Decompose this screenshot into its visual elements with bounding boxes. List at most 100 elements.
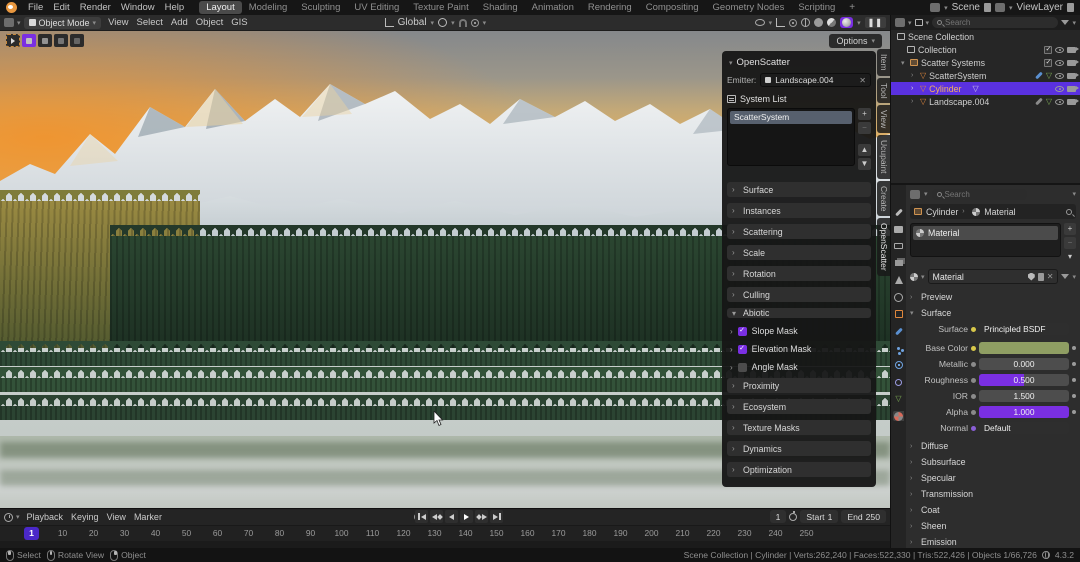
workspace-tab[interactable]: Shading: [476, 1, 525, 14]
tab-object-data[interactable]: ▽: [893, 394, 904, 404]
unlink-icon[interactable]: ✕: [1047, 272, 1054, 281]
workspace-tab[interactable]: Layout: [199, 1, 242, 14]
tab-material[interactable]: [893, 411, 904, 421]
current-frame-field[interactable]: 1: [770, 510, 787, 523]
slot-specials-button[interactable]: ▾: [1064, 251, 1076, 263]
remove-system-button[interactable]: −: [858, 122, 871, 134]
properties-search[interactable]: [932, 189, 1027, 200]
system-list-item[interactable]: ScatterSystem: [730, 111, 852, 124]
surface-shader-field[interactable]: Principled BSDF: [979, 323, 1069, 335]
move-down-button[interactable]: ▼: [858, 158, 871, 170]
viewlayer-name[interactable]: ViewLayer: [1016, 2, 1063, 13]
modifier-icon[interactable]: [1035, 98, 1043, 106]
shader-section-header[interactable]: ›Subsurface: [910, 455, 1076, 469]
options-chevron-icon[interactable]: ▾: [1072, 190, 1076, 198]
hide-viewport-icon[interactable]: [1055, 73, 1064, 79]
add-slot-button[interactable]: +: [1064, 223, 1076, 235]
tab-scene[interactable]: [893, 275, 904, 285]
material-slot[interactable]: Material: [913, 226, 1058, 240]
display-mode-icon[interactable]: [915, 19, 923, 26]
timeline-menu-item[interactable]: View: [103, 512, 130, 522]
material-slot-list[interactable]: Material: [910, 223, 1061, 257]
panel-section[interactable]: ›Scale: [727, 245, 871, 260]
viewlayer-browse-icon[interactable]: [995, 3, 1005, 12]
tab-tool[interactable]: [893, 207, 904, 217]
shader-section-header[interactable]: ›Sheen: [910, 519, 1076, 533]
menu-item[interactable]: File: [23, 2, 48, 13]
outliner-row-cylinder[interactable]: › ▽ Cylinder ▽: [891, 82, 1080, 95]
panel-collapse-icon[interactable]: ▾: [729, 59, 733, 67]
shader-section-header[interactable]: ›Specular: [910, 471, 1076, 485]
proportional-editing-icon[interactable]: [471, 19, 479, 27]
breadcrumb-material[interactable]: Material: [984, 207, 1015, 217]
jump-to-start-button[interactable]: [415, 510, 428, 523]
mask-checkbox[interactable]: [738, 327, 747, 336]
workspace-tab[interactable]: Geometry Nodes: [706, 1, 792, 14]
outliner-search[interactable]: [932, 17, 1058, 28]
animate-dot-icon[interactable]: [1072, 362, 1076, 366]
expand-icon[interactable]: ▾: [901, 59, 907, 67]
panel-section[interactable]: ›Rotation: [727, 266, 871, 281]
add-system-button[interactable]: +: [858, 108, 871, 120]
select-mode-extend-button[interactable]: [38, 34, 52, 47]
animate-dot-icon[interactable]: [1072, 346, 1076, 350]
timeline-menu-item[interactable]: Keying: [67, 512, 103, 522]
viewport-menu-item[interactable]: View: [104, 17, 132, 28]
play-reverse-button[interactable]: [445, 510, 458, 523]
auto-keying-icon[interactable]: [789, 513, 797, 521]
shader-section-header[interactable]: ›Diffuse: [910, 439, 1076, 453]
tab-physics[interactable]: [893, 360, 904, 370]
playhead[interactable]: 1: [24, 527, 39, 540]
shader-section-header[interactable]: ›Emission: [910, 535, 1076, 548]
menu-item[interactable]: Help: [160, 2, 190, 13]
overlays-icon[interactable]: [789, 19, 797, 27]
surface-panel-header[interactable]: ▾Surface: [910, 306, 1076, 320]
hide-viewport-icon[interactable]: [1055, 99, 1064, 105]
shader-section-header[interactable]: ›Coat: [910, 503, 1076, 517]
expand-icon[interactable]: ›: [911, 98, 917, 105]
animate-dot-icon[interactable]: [1072, 394, 1076, 398]
metallic-slider[interactable]: 0.000: [979, 358, 1069, 370]
animate-dot-icon[interactable]: [1072, 410, 1076, 414]
ior-slider[interactable]: 1.500: [979, 390, 1069, 402]
panel-section[interactable]: ›Scattering: [727, 224, 871, 239]
preview-panel-header[interactable]: ›Preview: [910, 290, 1076, 304]
viewport-menu-item[interactable]: Add: [167, 17, 192, 28]
scene-browse-icon[interactable]: [930, 3, 940, 12]
specials-icon[interactable]: [1061, 274, 1069, 279]
timeline-ruler[interactable]: 1020304050607080901001101201301401501601…: [0, 525, 890, 541]
fake-user-icon[interactable]: [1028, 273, 1035, 281]
workspace-tab[interactable]: Scripting: [791, 1, 842, 14]
outliner-search-input[interactable]: [945, 18, 1053, 27]
new-material-icon[interactable]: [1038, 273, 1044, 281]
add-workspace-button[interactable]: +: [844, 2, 860, 13]
collection-checkbox[interactable]: [1044, 46, 1052, 54]
timeline-menu-item[interactable]: Playback: [23, 512, 68, 522]
menu-item[interactable]: Window: [116, 2, 160, 13]
shader-section-header[interactable]: ›Transmission: [910, 487, 1076, 501]
options-button[interactable]: Options▾: [829, 34, 882, 48]
tab-object[interactable]: [893, 309, 904, 319]
viewport-menu-item[interactable]: Object: [192, 17, 227, 28]
workspace-tab[interactable]: Modeling: [242, 1, 295, 14]
hide-viewport-icon[interactable]: [1055, 60, 1064, 66]
editor-type-icon[interactable]: [4, 18, 14, 27]
panel-section[interactable]: ›Dynamics: [727, 441, 871, 456]
disable-render-icon[interactable]: [1067, 73, 1076, 79]
sidebar-tab[interactable]: Tool: [877, 78, 890, 104]
alpha-slider[interactable]: 1.000: [979, 406, 1069, 418]
disable-render-icon[interactable]: [1067, 47, 1076, 53]
new-viewlayer-icon[interactable]: [1067, 3, 1074, 12]
mask-checkbox[interactable]: [738, 363, 747, 372]
orientation-selector[interactable]: Global: [398, 17, 427, 28]
prev-keyframe-button[interactable]: [430, 510, 443, 523]
tab-modifiers[interactable]: [893, 326, 904, 336]
menu-item[interactable]: Edit: [48, 2, 74, 13]
outliner-row-scatter-systems[interactable]: ▾ Scatter Systems: [891, 56, 1080, 69]
hide-viewport-icon[interactable]: [1055, 86, 1064, 92]
panel-section[interactable]: ›Optimization: [727, 462, 871, 477]
modifier-icon[interactable]: [1035, 72, 1043, 80]
outliner-row-scene-collection[interactable]: Scene Collection: [891, 30, 1080, 43]
workspace-tab[interactable]: Texture Paint: [406, 1, 475, 14]
browse-material-icon[interactable]: [910, 273, 918, 281]
